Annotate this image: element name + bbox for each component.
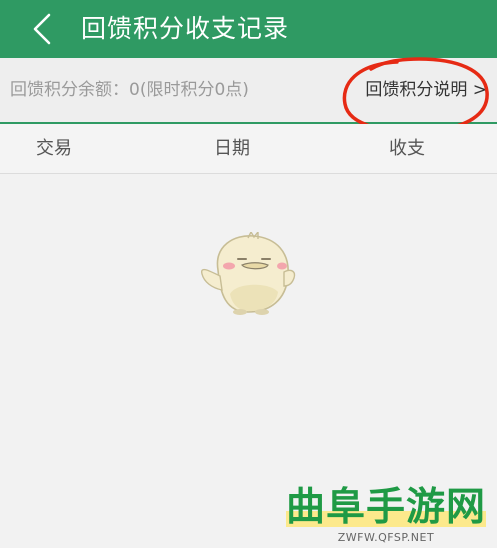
watermark-url: ZWFW.QFSP.NET — [337, 531, 435, 544]
empty-mascot-illustration — [201, 232, 296, 315]
points-balance: 回馈积分余额：0(限时积分0点) — [10, 80, 249, 100]
app-header: 回馈积分收支记录 — [0, 0, 497, 58]
column-date: 日期 — [214, 138, 250, 159]
back-button[interactable] — [24, 6, 60, 52]
column-transaction: 交易 — [36, 138, 72, 159]
points-explanation-link[interactable]: 回馈积分说明 > — [365, 58, 487, 122]
points-info-bar: 回馈积分余额：0(限时积分0点) 回馈积分说明 > — [0, 58, 497, 124]
site-watermark: 曲阜手游网 ZWFW.QFSP.NET — [283, 483, 489, 544]
watermark-logo-text: 曲阜手游网 — [285, 484, 486, 530]
page-title: 回馈积分收支记录 — [81, 14, 290, 43]
table-header: 交易 日期 收支 — [0, 124, 497, 174]
back-chevron-icon — [33, 13, 51, 45]
column-income-expense: 收支 — [389, 138, 425, 159]
